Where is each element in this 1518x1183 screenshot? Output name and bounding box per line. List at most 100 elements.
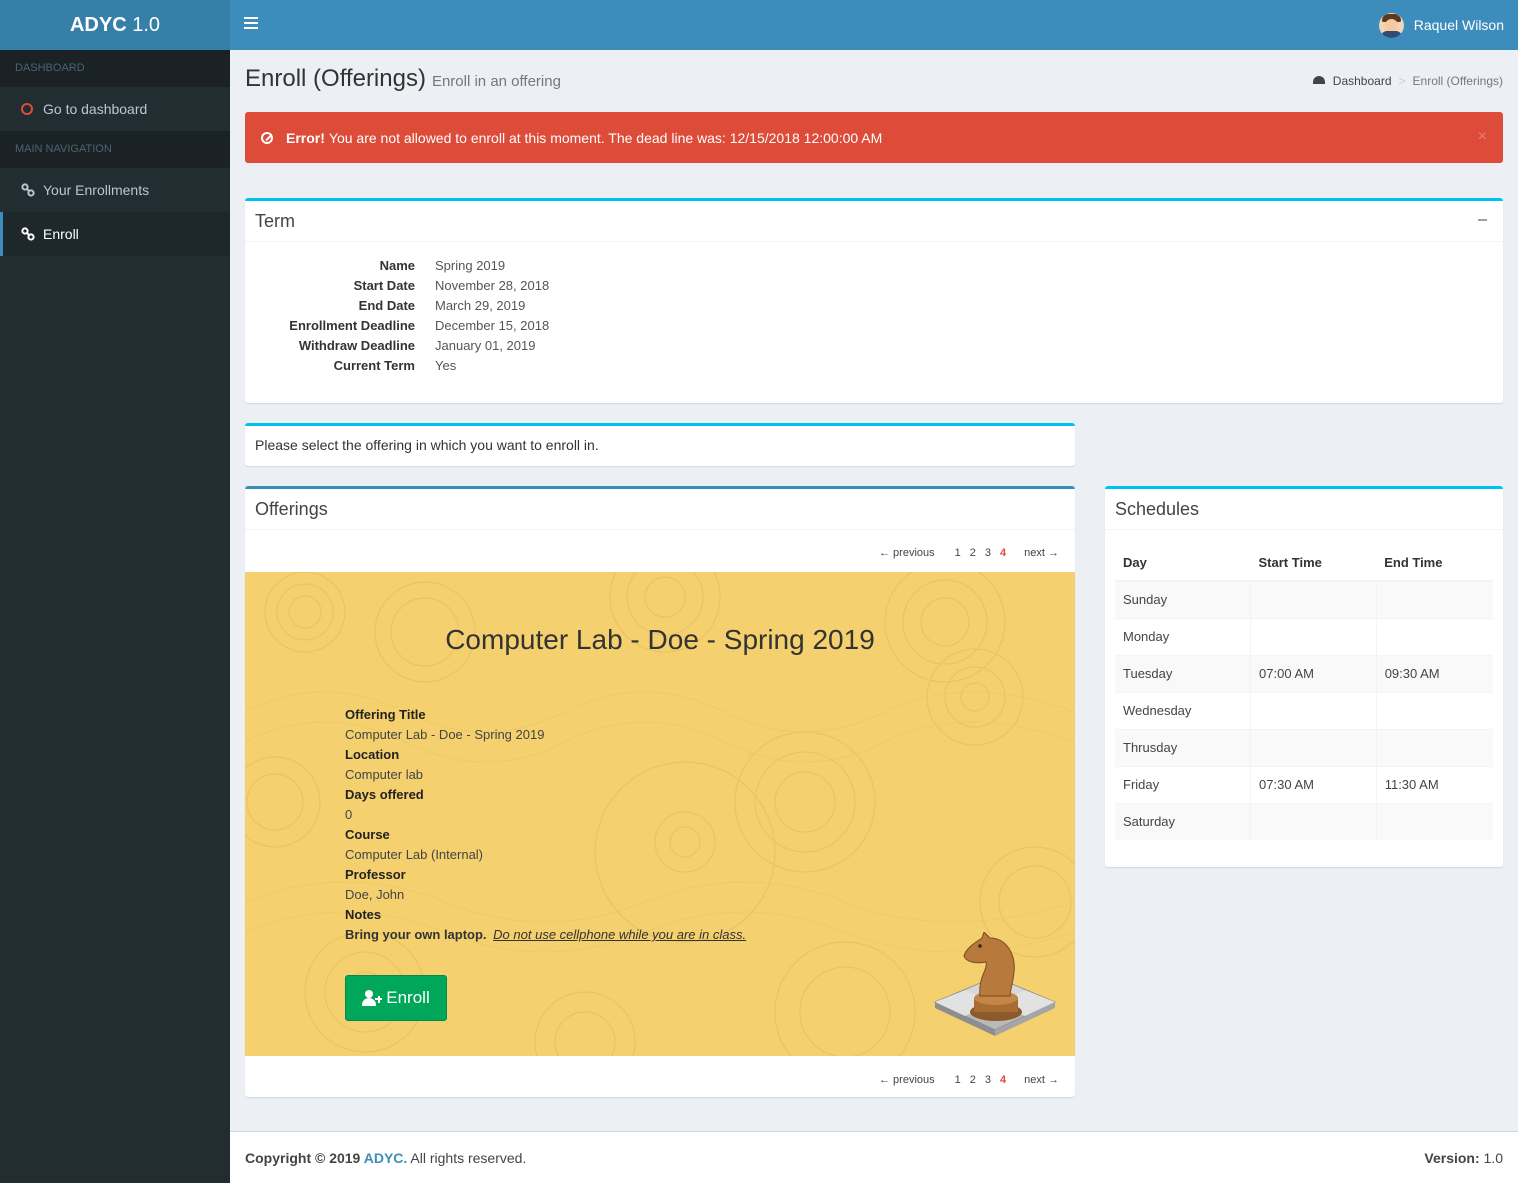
close-icon[interactable]: × (1478, 128, 1487, 146)
term-value: Spring 2019 (435, 258, 506, 273)
term-label: Start Date (353, 278, 415, 293)
pager-page-3[interactable]: 3 (985, 547, 991, 559)
pager-page-1[interactable]: 1 (955, 547, 961, 559)
pager-page-1[interactable]: 1 (955, 1074, 961, 1086)
term-label: End Date (358, 298, 415, 313)
pager-previous[interactable]: ← previous (879, 1074, 935, 1086)
cell-day: Wednesday (1115, 691, 1251, 729)
footer: Copyright © 2019 ADYC. All rights reserv… (230, 1131, 1518, 1183)
page-title-text: Enroll (Offerings) (245, 65, 426, 92)
cell-end: 11:30 AM (1375, 765, 1493, 803)
notes-bold: Bring your own laptop. (345, 927, 487, 942)
schedules-box: Schedules Day Start Time End Time Sunday… (1105, 486, 1503, 867)
pager-next[interactable]: next → (1024, 1074, 1059, 1086)
table-row: Wednesday (1115, 691, 1493, 729)
table-row: Tuesday 07:00 AM 09:30 AM (1115, 654, 1493, 692)
page-title: Enroll (Offerings) Enroll in an offering (245, 65, 561, 93)
breadcrumb: Dashboard > Enroll (Offerings) (1312, 74, 1503, 88)
column-header-day: Day (1115, 544, 1251, 582)
cell-end: 09:30 AM (1375, 654, 1493, 692)
cell-start (1250, 802, 1377, 840)
breadcrumb-home[interactable]: Dashboard (1333, 74, 1392, 88)
cell-start: 07:30 AM (1250, 765, 1377, 803)
term-value: November 28, 2018 (435, 278, 550, 293)
sidebar-header-main-navigation: MAIN NAVIGATION (0, 131, 230, 168)
field-label: Days offered (345, 787, 424, 802)
version-label: Version: (1424, 1149, 1480, 1166)
pager-next[interactable]: next → (1024, 547, 1059, 559)
cell-start (1250, 728, 1377, 766)
select-prompt-box: Please select the offering in which you … (245, 423, 1075, 466)
field-value: Doe, John (345, 887, 405, 902)
ban-icon (261, 131, 273, 144)
notes-text: Bring your own laptop. Do not use cellph… (345, 925, 746, 945)
term-value: March 29, 2019 (435, 298, 526, 313)
term-value: December 15, 2018 (435, 318, 550, 333)
minus-icon[interactable] (1478, 219, 1487, 221)
enroll-button[interactable]: Enroll (345, 975, 447, 1021)
alert-strong: Error! (286, 129, 325, 146)
column-header-start-time: Start Time (1250, 544, 1377, 582)
pager-page-2[interactable]: 2 (970, 547, 976, 559)
user-menu[interactable]: Raquel Wilson (1378, 12, 1504, 38)
logo-text: ADYC (69, 14, 127, 36)
sidebar-item-your-enrollments[interactable]: Your Enrollments (0, 168, 230, 212)
user-plus-icon (362, 990, 383, 1006)
enroll-button-label: Enroll (386, 988, 430, 1007)
table-row: Monday (1115, 617, 1493, 655)
cell-start (1250, 617, 1377, 655)
pager-top: ← previous 1 2 3 4 next → (879, 547, 1059, 559)
hamburger-menu-icon[interactable] (244, 17, 258, 31)
notes-label: Notes (345, 907, 382, 922)
term-row-current-term: Current Term Yes (245, 356, 1503, 376)
pager-bottom: ← previous 1 2 3 4 next → (879, 1074, 1059, 1086)
offerings-box: Offerings ← previous 1 2 3 4 next → Comp… (245, 486, 1075, 1097)
table-header-row: Day Start Time End Time (1115, 544, 1493, 582)
sidebar-item-label: Your Enrollments (43, 182, 150, 198)
brand-link[interactable]: ADYC. (364, 1150, 408, 1166)
field-value: Computer Lab (Internal) (345, 847, 484, 862)
pager-page-4[interactable]: 4 (1000, 1074, 1006, 1086)
sidebar-item-go-to-dashboard[interactable]: Go to dashboard (0, 87, 230, 131)
rights-text: All rights reserved. (407, 1149, 527, 1166)
term-value: January 01, 2019 (435, 338, 536, 353)
pager-page-3[interactable]: 3 (985, 1074, 991, 1086)
term-label: Current Term (333, 358, 415, 373)
term-row-end-date: End Date March 29, 2019 (245, 296, 1503, 316)
cell-start: 07:00 AM (1250, 654, 1377, 692)
term-label: Enrollment Deadline (289, 318, 415, 333)
cell-end (1375, 617, 1493, 655)
term-row-start-date: Start Date November 28, 2018 (245, 276, 1503, 296)
term-row-name: Name Spring 2019 (245, 256, 1503, 276)
pager-page-4[interactable]: 4 (1000, 547, 1006, 559)
version-value: 1.0 (1479, 1149, 1503, 1166)
cell-day: Tuesday (1115, 654, 1251, 692)
link-icon (21, 183, 43, 197)
cell-day: Saturday (1115, 802, 1251, 840)
alert-message: You are not allowed to enroll at this mo… (328, 129, 883, 146)
app-logo[interactable]: ADYC 1.0 (0, 0, 230, 50)
term-title: Term (255, 210, 295, 231)
cell-day: Friday (1115, 765, 1251, 803)
field-label: Location (345, 747, 400, 762)
page-subtitle: Enroll in an offering (431, 73, 561, 90)
pager-page-2[interactable]: 2 (970, 1074, 976, 1086)
cell-start (1250, 580, 1377, 618)
pager-previous[interactable]: ← previous (879, 547, 935, 559)
sidebar-item-enroll[interactable]: Enroll (0, 212, 230, 256)
cell-end (1375, 802, 1493, 840)
term-row-withdraw-deadline: Withdraw Deadline January 01, 2019 (245, 336, 1503, 356)
term-value: Yes (435, 358, 457, 373)
sidebar-item-label: Enroll (43, 226, 79, 242)
offerings-title: Offerings (255, 498, 328, 519)
offering-fields: Offering Title Computer Lab - Doe - Spri… (345, 705, 746, 945)
schedules-box-header: Schedules (1105, 489, 1503, 530)
schedules-title: Schedules (1115, 498, 1200, 519)
table-row: Friday 07:30 AM 11:30 AM (1115, 765, 1493, 803)
link-icon (21, 227, 43, 241)
term-details: Name Spring 2019 Start Date November 28, 2… (245, 256, 1503, 376)
logo-version: 1.0 (126, 14, 161, 36)
notes-italic: Do not use cellphone while you are in cl… (493, 927, 747, 942)
cell-end (1375, 691, 1493, 729)
term-label: Name (379, 258, 415, 273)
